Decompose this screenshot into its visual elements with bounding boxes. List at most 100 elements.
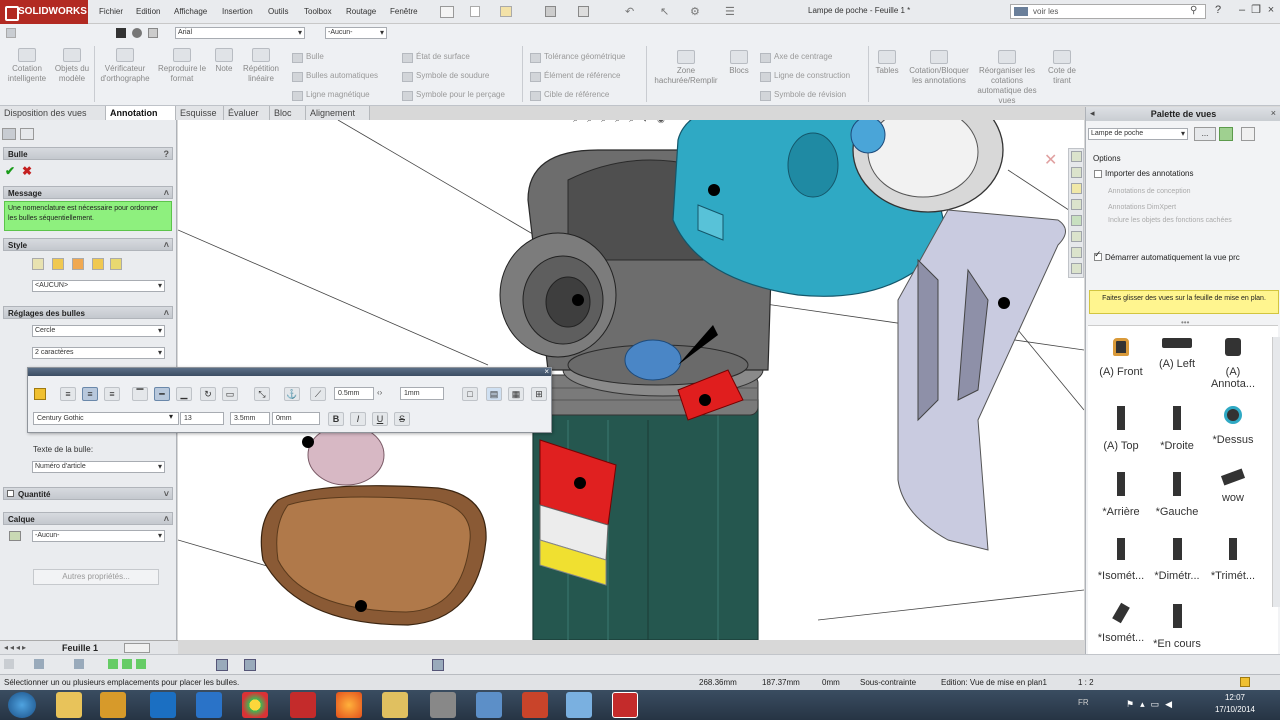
end-cap[interactable]: [260, 424, 487, 626]
centerline-button[interactable]: Axe de centrage: [760, 51, 832, 63]
char-spacing-input[interactable]: 0mm: [272, 412, 320, 425]
select-tool-icon[interactable]: [4, 659, 14, 669]
view-palette-icon[interactable]: [1071, 215, 1082, 226]
spell-checker-button[interactable]: Vérificateur d'orthographe: [96, 48, 154, 84]
solidworks-taskbar-icon[interactable]: [290, 692, 316, 718]
chain-dimension-button[interactable]: Cote de tirant: [1040, 50, 1084, 86]
strikethrough-button[interactable]: S: [394, 412, 410, 426]
view-item[interactable]: *Gauche: [1149, 464, 1205, 528]
file-explorer-icon[interactable]: [1071, 183, 1082, 194]
firefox-icon[interactable]: [336, 692, 362, 718]
sheet-scale[interactable]: 1 : 2: [1078, 675, 1094, 690]
font-size-input[interactable]: 13: [180, 412, 224, 425]
view-item[interactable]: *En cours: [1149, 596, 1205, 660]
section-view-icon[interactable]: ⌕: [615, 120, 620, 125]
menu-affichage[interactable]: Affichage: [174, 5, 207, 19]
close-sketch-icon[interactable]: ✕: [1044, 152, 1057, 169]
hole-callout-button[interactable]: Symbole pour le perçage: [402, 89, 505, 101]
intersection-icon[interactable]: [432, 659, 444, 671]
refresh-icon[interactable]: [1219, 127, 1233, 141]
switch-part[interactable]: [539, 439, 617, 586]
rebuild-status-icon[interactable]: [1240, 677, 1250, 687]
design-library-icon[interactable]: [1071, 167, 1082, 178]
lync-icon[interactable]: [196, 692, 222, 718]
surface-finish-button[interactable]: État de surface: [402, 51, 470, 63]
zoom-fit-icon[interactable]: ⌕: [573, 120, 578, 125]
menu-toolbox[interactable]: Toolbox: [304, 5, 332, 19]
line-thickness-input[interactable]: 0.5mm: [334, 387, 374, 400]
size-combo[interactable]: 2 caractères: [32, 347, 165, 359]
char-height-input[interactable]: 3.5mm: [230, 412, 270, 425]
balloon-button[interactable]: Bulle: [292, 51, 324, 63]
style-load-icon[interactable]: [110, 258, 122, 270]
view-item[interactable]: (A) Annota...: [1205, 330, 1261, 394]
revision-symbol-button[interactable]: Symbole de révision: [760, 89, 846, 101]
view-item[interactable]: *Isomét...: [1093, 530, 1149, 594]
blocks-button[interactable]: Blocs: [724, 50, 754, 76]
tables-button[interactable]: Tables: [872, 50, 902, 76]
auto-arrange-button[interactable]: Réorganiser les cotations automatique de…: [976, 50, 1038, 106]
model-items-button[interactable]: Objets du modèle: [52, 48, 92, 84]
construction-line-button[interactable]: Ligne de construction: [760, 70, 850, 82]
formatting-toolbar-titlebar[interactable]: [28, 368, 551, 376]
collapse-icon[interactable]: ˄: [164, 239, 169, 252]
collapse-icon[interactable]: ˄: [164, 513, 169, 526]
zoom-area-icon[interactable]: ⌕: [587, 120, 592, 125]
ok-check-icon[interactable]: ✔: [5, 164, 15, 178]
custom-properties-icon[interactable]: [1071, 247, 1082, 258]
tab-block[interactable]: Bloc: [270, 106, 306, 120]
save-icon[interactable]: [545, 6, 556, 17]
valign-middle-icon[interactable]: ━: [154, 387, 170, 401]
view-item[interactable]: *Isomét...: [1093, 596, 1149, 660]
format-painter-button[interactable]: Reproduire le format: [156, 48, 208, 84]
dimension-display-icon[interactable]: [216, 659, 228, 671]
view-item[interactable]: (A) Top: [1093, 398, 1149, 462]
open-folder-icon[interactable]: [500, 6, 512, 17]
layer-combo[interactable]: -Aucun-: [32, 530, 165, 542]
gap-input[interactable]: 1mm: [400, 387, 444, 400]
font-dropdown-icon[interactable]: ▾: [169, 412, 173, 421]
solidworks-active-icon[interactable]: [612, 692, 638, 718]
language-indicator[interactable]: FR: [1078, 698, 1089, 707]
property-tab-icon[interactable]: [20, 128, 34, 140]
add-sheet-icon[interactable]: [124, 643, 150, 653]
font-size-combo[interactable]: -Aucun-: [325, 27, 387, 39]
view-orientation-icon[interactable]: ⌕: [629, 120, 634, 125]
style-save-icon[interactable]: [92, 258, 104, 270]
media-player-icon[interactable]: [100, 692, 126, 718]
balloon-text-combo[interactable]: Numéro d'article: [32, 461, 165, 473]
expand-grid-icon[interactable]: ⊞: [531, 387, 547, 401]
notepad-icon[interactable]: [476, 692, 502, 718]
lock-position-icon[interactable]: [34, 388, 46, 400]
select-arrow-icon[interactable]: ↖: [660, 5, 669, 18]
fit-text-icon[interactable]: ⤡: [254, 387, 270, 401]
shape-combo[interactable]: Cercle: [32, 325, 165, 337]
feature-tree-tab-icon[interactable]: [2, 128, 16, 140]
formatting-close-icon[interactable]: ×: [544, 367, 549, 376]
leader-style-icon[interactable]: ⟋: [310, 387, 326, 401]
expand-icon[interactable]: ˅: [164, 488, 169, 501]
weld-symbol-button[interactable]: Symbole de soudure: [402, 70, 489, 82]
view-item[interactable]: *Dimétr...: [1149, 530, 1205, 594]
view-item[interactable]: *Trimét...: [1205, 530, 1261, 594]
pin-panel-icon[interactable]: ◂: [1090, 108, 1095, 119]
tab-annotation[interactable]: Annotation: [106, 106, 176, 120]
hide-show-icon[interactable]: ◉: [657, 120, 665, 125]
undo-icon[interactable]: ↶: [625, 5, 634, 18]
view-item[interactable]: (A) Front: [1093, 330, 1149, 394]
start-button[interactable]: [8, 692, 36, 718]
thickness-spin-icon[interactable]: ‹›: [377, 388, 382, 397]
magnetic-line-button[interactable]: Ligne magnétique: [292, 89, 370, 101]
belt-clip[interactable]: [897, 209, 1066, 551]
user-icon[interactable]: [430, 692, 456, 718]
restore-button[interactable]: ❐: [1248, 2, 1264, 18]
menu-outils[interactable]: Outils: [268, 5, 288, 19]
search-scope-icon[interactable]: [1014, 7, 1028, 16]
document-combo[interactable]: Lampe de poche: [1088, 128, 1188, 140]
auto-balloon-button[interactable]: Bulles automatiques: [292, 70, 378, 82]
help-icon[interactable]: ?: [164, 148, 170, 161]
rebuild-icon[interactable]: ⚙: [690, 5, 700, 18]
solidworks-logo[interactable]: SOLIDWORKS: [0, 0, 88, 24]
linear-pattern-button[interactable]: Répétition linéaire: [238, 48, 284, 84]
tray-icons[interactable]: ⚑▴▭◀: [1126, 699, 1178, 710]
